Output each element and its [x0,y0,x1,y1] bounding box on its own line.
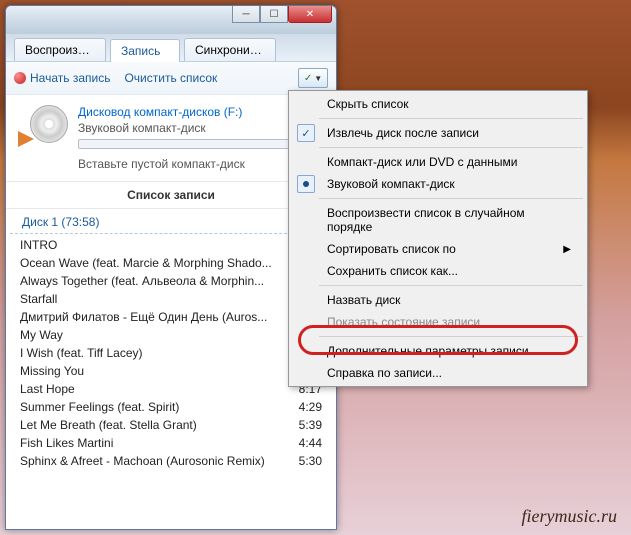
track-title: INTRO [20,238,65,252]
menu-burn-help[interactable]: Справка по записи... [319,362,585,384]
track-title: Ocean Wave (feat. Marcie & Morphing Shad… [20,256,280,270]
track-row[interactable]: Ocean Wave (feat. Marcie & Morphing Shad… [6,254,336,272]
track-title: Let Me Breath (feat. Stella Grant) [20,418,205,432]
start-burn-label: Начать запись [30,71,110,85]
clear-list-label: Очистить список [124,71,217,85]
track-list: INTRO Ocean Wave (feat. Marcie & Morphing… [6,234,336,472]
menu-audio-disc[interactable]: Звуковой компакт-диск [319,173,585,195]
menu-eject-after[interactable]: ✓ Извлечь диск после записи [319,122,585,144]
track-row[interactable]: Sphinx & Afreet - Machoan (Aurosonic Rem… [6,452,336,470]
menu-sort[interactable]: Сортировать список по ▶ [319,238,585,260]
drive-section: Дисковод компакт-дисков (F:) Звуковой ко… [6,95,336,182]
track-row[interactable]: Fish Likes Martini 4:44 [6,434,336,452]
menu-separator [319,118,583,119]
menu-separator [319,285,583,286]
menu-save-as[interactable]: Сохранить список как... [319,260,585,282]
track-row[interactable]: Starfall [6,290,336,308]
burn-options-menu: Скрыть список ✓ Извлечь диск после запис… [288,90,588,387]
burn-options-button[interactable]: ✓ ▼ [298,68,328,88]
maximize-button[interactable]: ☐ [260,5,288,23]
close-button[interactable]: ✕ [288,5,332,23]
track-title: Дмитрий Филатов - Ещё Один День (Auros..… [20,310,275,324]
track-row[interactable]: Always Together (feat. Альвеола & Morphi… [6,272,336,290]
menu-separator [319,198,583,199]
track-title: My Way [20,328,71,342]
track-duration: 4:29 [299,400,322,414]
menu-hide-list[interactable]: Скрыть список [319,93,585,115]
clear-list-button[interactable]: Очистить список [124,71,217,85]
titlebar[interactable]: ─ ☐ ✕ [6,6,336,34]
track-duration: 5:39 [299,418,322,432]
radio-icon [297,175,315,193]
menu-data-disc[interactable]: Компакт-диск или DVD с данными [319,151,585,173]
track-duration: 5:30 [299,454,322,468]
minimize-button[interactable]: ─ [232,5,260,23]
toolbar: Начать запись Очистить список ✓ ▼ [6,62,336,95]
menu-name-disc[interactable]: Назвать диск [319,289,585,311]
menu-separator [319,147,583,148]
menu-more-options[interactable]: Дополнительные параметры записи... [319,340,585,362]
track-row[interactable]: I Wish (feat. Tiff Lacey)4:10 [6,344,336,362]
chevron-right-icon: ▶ [563,244,571,255]
track-row[interactable]: Missing You5:44 [6,362,336,380]
track-title: Fish Likes Martini [20,436,121,450]
drive-icon [18,105,68,155]
track-row[interactable]: INTRO [6,236,336,254]
track-title: Last Hope [20,382,83,396]
track-title: Missing You [20,364,92,378]
track-title: Sphinx & Afreet - Machoan (Aurosonic Rem… [20,454,273,468]
track-duration: 4:44 [299,436,322,450]
tab-bar: Воспроизве... Запись Синхрониза... [6,34,336,62]
menu-separator [319,336,583,337]
track-row[interactable]: Дмитрий Филатов - Ещё Один День (Auros..… [6,308,336,326]
tab-sync[interactable]: Синхрониза... [184,38,276,61]
start-burn-button[interactable]: Начать запись [14,71,110,85]
track-title: Always Together (feat. Альвеола & Morphi… [20,274,272,288]
options-icon: ✓ [304,73,312,84]
track-row[interactable]: My Way [6,326,336,344]
burn-list-header: Список записи [6,182,336,209]
track-row[interactable]: Last Hope8:17 [6,380,336,398]
watermark: fierymusic.ru [522,506,617,527]
track-title: I Wish (feat. Tiff Lacey) [20,346,150,360]
menu-show-status: Показать состояние записи [319,311,585,333]
tab-burn[interactable]: Запись [110,39,180,62]
track-row[interactable]: Let Me Breath (feat. Stella Grant) 5:39 [6,416,336,434]
menu-shuffle[interactable]: Воспроизвести список в случайном порядке [319,202,585,238]
tab-play[interactable]: Воспроизве... [14,38,106,61]
check-icon: ✓ [297,124,315,142]
track-title: Starfall [20,292,65,306]
record-icon [14,72,26,84]
disc-label[interactable]: Диск 1 (73:58) [10,209,332,234]
track-row[interactable]: Summer Feelings (feat. Spirit) 4:29 [6,398,336,416]
chevron-down-icon: ▼ [314,74,322,83]
track-title: Summer Feelings (feat. Spirit) [20,400,187,414]
